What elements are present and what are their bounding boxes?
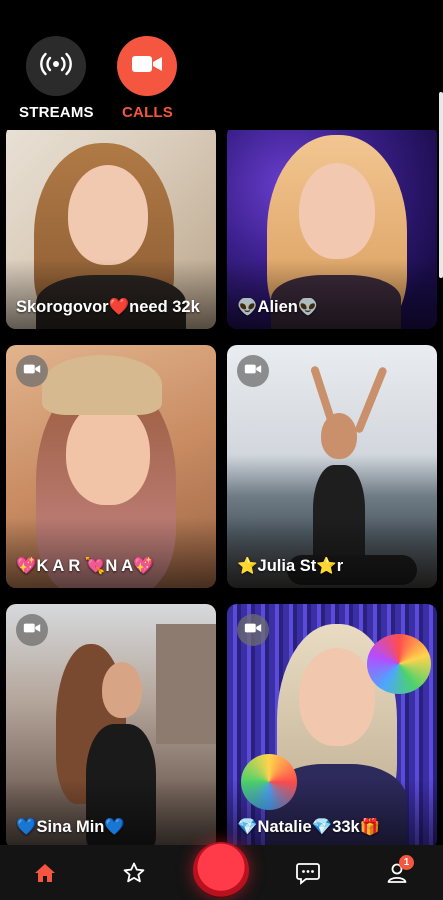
home-icon[interactable] (31, 859, 59, 887)
user-name: Skorogovor❤️need 32k (16, 298, 200, 316)
video-camera-icon (244, 362, 262, 380)
card-gradient (227, 518, 437, 588)
video-call-badge (237, 355, 269, 387)
user-card[interactable]: 💎Natalie💎33k🎁 (227, 604, 437, 845)
card-gradient (227, 259, 437, 329)
broadcast-icon (39, 51, 73, 82)
streams-label[interactable]: STREAMS (19, 104, 94, 121)
streams-button[interactable] (26, 36, 86, 96)
video-camera-icon (131, 53, 163, 80)
card-gradient (6, 259, 216, 329)
messages-icon[interactable] (294, 859, 322, 887)
user-card[interactable]: ⭐Julia St⭐r (227, 345, 437, 588)
video-call-badge (237, 614, 269, 646)
user-card[interactable]: 💙Sina Min💙 (6, 604, 216, 845)
video-camera-icon (23, 621, 41, 639)
user-name: 💙Sina Min💙 (16, 818, 125, 836)
user-name: 💎Natalie💎33k🎁 (237, 818, 381, 836)
user-card[interactable]: Skorogovor❤️need 32k (6, 130, 216, 329)
record-button[interactable] (193, 842, 249, 898)
user-name: ⭐Julia St⭐r (237, 557, 344, 575)
video-camera-icon (244, 621, 262, 639)
user-name: 💖K A R 💘N A💖 (16, 557, 154, 575)
user-card[interactable]: 👽Alien👽 (227, 130, 437, 329)
video-call-badge (16, 614, 48, 646)
card-gradient (6, 518, 216, 588)
calls-label[interactable]: CALLS (122, 104, 173, 121)
calls-button[interactable] (117, 36, 177, 96)
video-camera-icon (23, 362, 41, 380)
favorites-icon[interactable] (120, 859, 148, 887)
user-card[interactable]: 💖K A R 💘N A💖 (6, 345, 216, 588)
user-name: 👽Alien👽 (237, 298, 319, 316)
user-grid[interactable]: Skorogovor❤️need 32k 👽Alien👽 💖K A R 💘N A… (0, 130, 443, 845)
notification-badge: 1 (399, 855, 414, 870)
video-call-badge (16, 355, 48, 387)
top-bar: STREAMS CALLS (0, 0, 443, 278)
